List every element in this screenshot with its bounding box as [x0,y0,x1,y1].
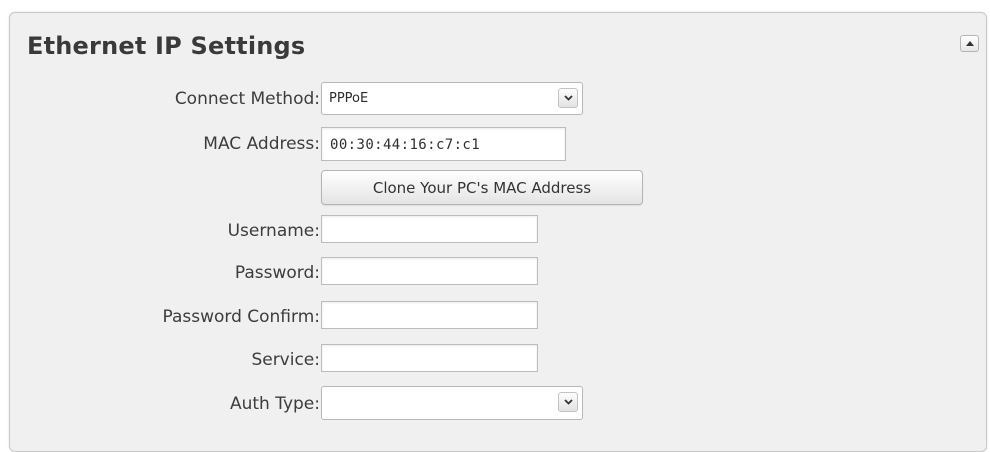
mac-address-value: 00:30:44:16:c7:c1 [330,137,481,153]
password-confirm-field[interactable] [321,301,538,329]
auth-type-select[interactable] [321,386,583,420]
connect-method-dropdown-arrow[interactable] [558,88,578,108]
panel-title: Ethernet IP Settings [27,32,306,60]
mac-address-label: MAC Address: [203,134,320,154]
auth-type-dropdown-arrow[interactable] [558,392,578,412]
service-label: Service: [251,350,320,370]
chevron-down-icon [563,399,573,405]
clone-mac-address-button[interactable]: Clone Your PC's MAC Address [321,170,643,205]
chevron-down-icon [563,95,573,101]
collapse-up-icon [965,40,974,46]
password-label: Password: [234,263,320,283]
connect-method-select[interactable]: PPPoE [321,82,583,115]
ethernet-ip-settings-panel: Ethernet IP Settings Connect Method: PPP… [9,12,987,452]
connect-method-label: Connect Method: [174,89,320,109]
username-label: Username: [227,221,320,241]
connect-method-value: PPPoE [329,91,369,106]
password-field[interactable] [321,257,538,285]
auth-type-label: Auth Type: [229,394,320,414]
mac-address-field[interactable]: 00:30:44:16:c7:c1 [321,127,566,161]
collapse-button[interactable] [960,35,979,52]
username-field[interactable] [321,215,538,243]
service-field[interactable] [321,344,538,372]
password-confirm-label: Password Confirm: [162,307,320,327]
